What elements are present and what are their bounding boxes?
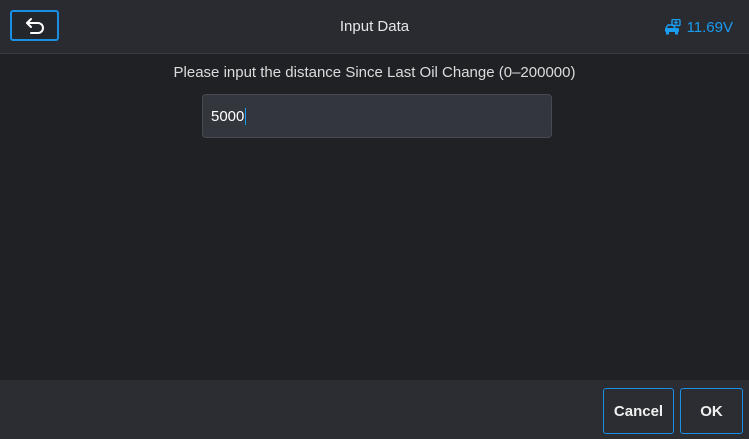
cancel-button[interactable]: Cancel (603, 388, 674, 434)
input-data-screen: Input Data 11.69V Please input the dista… (0, 0, 749, 439)
page-title: Input Data (339, 18, 410, 35)
voltage-status: 11.69V (664, 0, 733, 54)
voltage-value: 11.69V (686, 18, 733, 36)
footer-bar: Cancel OK (0, 380, 749, 439)
ok-button[interactable]: OK (680, 388, 743, 434)
text-caret (245, 107, 247, 125)
car-battery-icon (664, 19, 681, 35)
header-bar: Input Data 11.69V (0, 0, 749, 54)
distance-input-value: 5000 (211, 107, 245, 125)
input-prompt: Please input the distance Since Last Oil… (173, 64, 576, 81)
distance-input[interactable]: 5000 (202, 94, 552, 138)
